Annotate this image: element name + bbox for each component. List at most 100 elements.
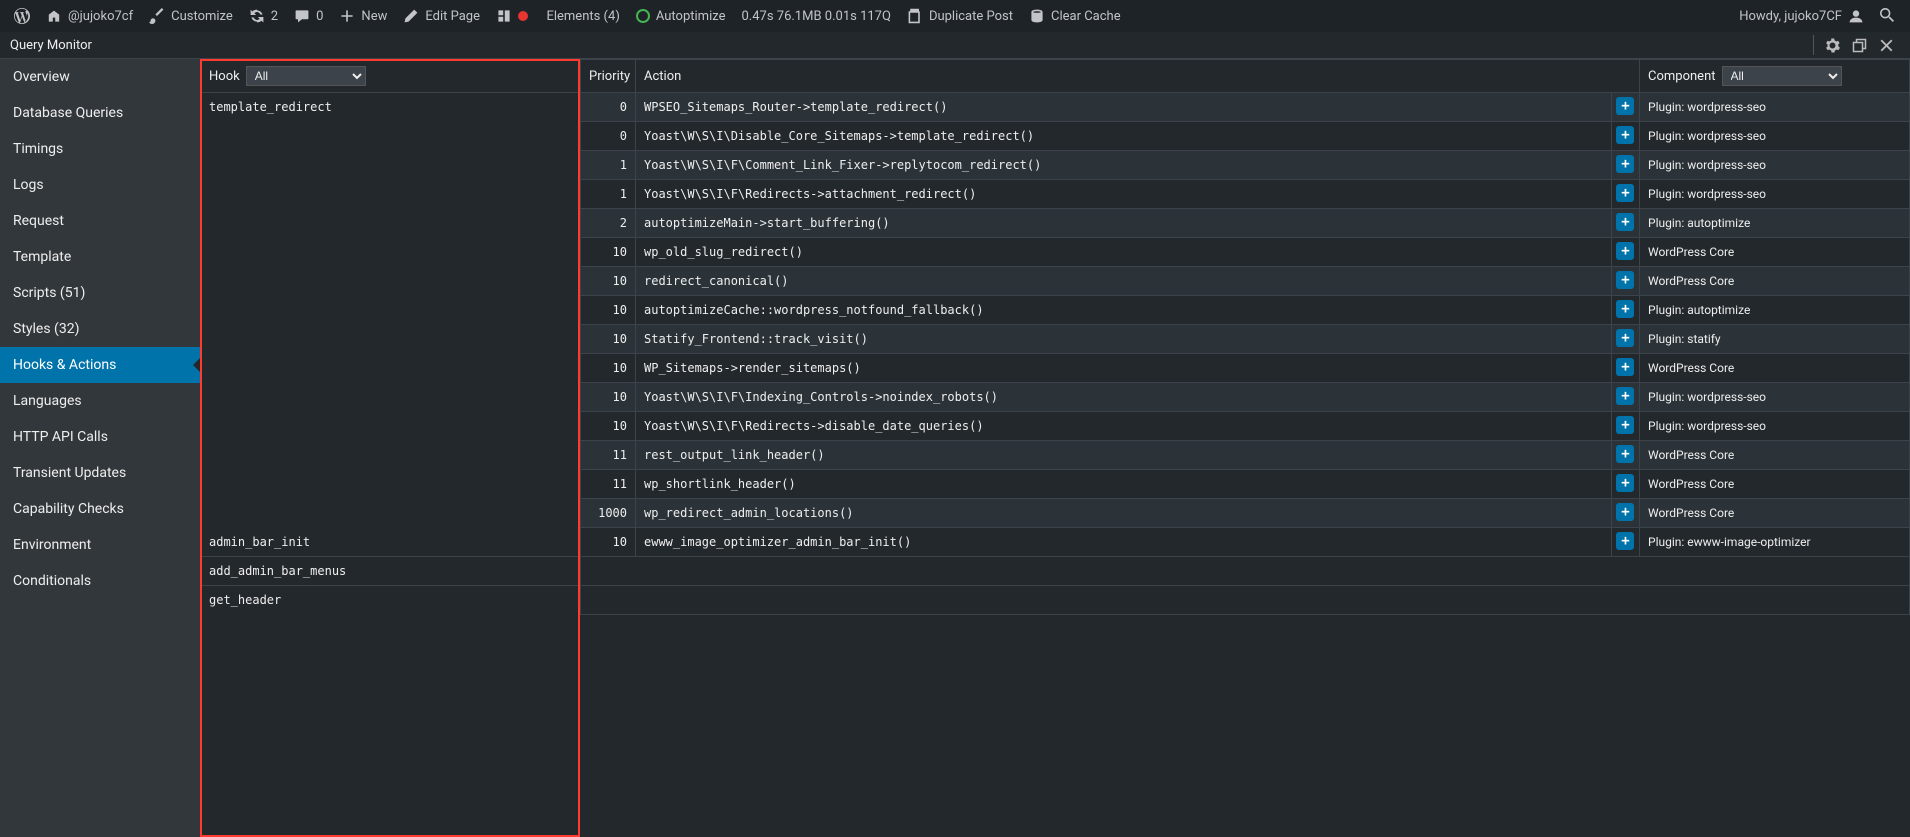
search-icon: [1880, 8, 1896, 24]
action-cell: ewww_image_optimizer_admin_bar_init(): [636, 528, 1612, 557]
site-name[interactable]: @jujoko7cf: [38, 0, 141, 32]
priority-cell: 1: [581, 180, 636, 209]
expand-cell: +: [1611, 267, 1639, 296]
component-cell: Plugin: wordpress-seo: [1640, 93, 1910, 122]
nav-item-transient-updates[interactable]: Transient Updates: [0, 455, 200, 491]
update-icon: [249, 8, 265, 24]
duplicate-post-link[interactable]: Duplicate Post: [899, 0, 1021, 32]
wp-logo[interactable]: [6, 0, 38, 32]
expand-cell: +: [1611, 93, 1639, 122]
col-priority: Priority: [581, 60, 636, 93]
qm-settings-button[interactable]: [1819, 32, 1846, 59]
edit-page-link[interactable]: Edit Page: [395, 0, 488, 32]
nav-item-overview[interactable]: Overview: [0, 59, 200, 95]
expand-button[interactable]: +: [1616, 503, 1634, 521]
component-cell: Plugin: statify: [1640, 325, 1910, 354]
nav-item-logs[interactable]: Logs: [0, 167, 200, 203]
qm-title-label: Query Monitor: [10, 38, 1808, 53]
user-howdy[interactable]: Howdy, jujoko7CF: [1731, 0, 1872, 32]
expand-button[interactable]: +: [1616, 358, 1634, 376]
comments-link[interactable]: 0: [286, 0, 331, 32]
nav-item-capability-checks[interactable]: Capability Checks: [0, 491, 200, 527]
action-cell: Yoast\W\S\I\F\Redirects->disable_date_qu…: [636, 412, 1612, 441]
expand-cell: +: [1611, 325, 1639, 354]
nav-item-hooks-actions[interactable]: Hooks & Actions: [0, 347, 200, 383]
green-ring-icon: [636, 9, 650, 23]
expand-cell: +: [1611, 412, 1639, 441]
component-cell: WordPress Core: [1640, 499, 1910, 528]
action-cell: Yoast\W\S\I\F\Comment_Link_Fixer->replyt…: [636, 151, 1612, 180]
elements-icon: [496, 8, 512, 24]
expand-button[interactable]: +: [1616, 416, 1634, 434]
action-cell: Yoast\W\S\I\Disable_Core_Sitemaps->templ…: [636, 122, 1612, 151]
priority-cell: 10: [581, 528, 636, 557]
elements-label: Elements (4): [546, 9, 619, 24]
wordpress-icon: [14, 8, 30, 24]
expand-button[interactable]: +: [1616, 242, 1634, 260]
priority-cell: 1000: [581, 499, 636, 528]
priority-cell: 11: [581, 470, 636, 499]
col-hook: Hook All: [201, 60, 581, 93]
qm-close-button[interactable]: [1873, 32, 1900, 59]
expand-button[interactable]: +: [1616, 213, 1634, 231]
clear-cache-label: Clear Cache: [1051, 9, 1121, 24]
expand-button[interactable]: +: [1616, 155, 1634, 173]
expand-button[interactable]: +: [1616, 300, 1634, 318]
expand-button[interactable]: +: [1616, 329, 1634, 347]
nav-item-template[interactable]: Template: [0, 239, 200, 275]
cache-icon: [1029, 8, 1045, 24]
query-monitor-stats[interactable]: 0.47s 76.1MB 0.01s 117Q: [733, 0, 898, 32]
nav-item-http-api-calls[interactable]: HTTP API Calls: [0, 419, 200, 455]
updates-link[interactable]: 2: [241, 0, 286, 32]
expand-button[interactable]: +: [1616, 97, 1634, 115]
priority-cell: 10: [581, 296, 636, 325]
expand-button[interactable]: +: [1616, 387, 1634, 405]
priority-cell: 10: [581, 383, 636, 412]
expand-button[interactable]: +: [1616, 184, 1634, 202]
clear-cache-link[interactable]: Clear Cache: [1021, 0, 1129, 32]
elements-indicator[interactable]: Elements (4): [488, 0, 628, 32]
updates-count: 2: [271, 9, 278, 24]
copy-icon: [907, 8, 923, 24]
nav-item-timings[interactable]: Timings: [0, 131, 200, 167]
col-hook-label: Hook: [209, 69, 240, 84]
comments-count: 0: [316, 9, 323, 24]
customize-link[interactable]: Customize: [141, 0, 241, 32]
priority-cell: 0: [581, 93, 636, 122]
expand-button[interactable]: +: [1616, 445, 1634, 463]
nav-item-languages[interactable]: Languages: [0, 383, 200, 419]
hook-filter-select[interactable]: All: [246, 66, 366, 86]
autoptimize-link[interactable]: Autoptimize: [628, 0, 734, 32]
nav-item-request[interactable]: Request: [0, 203, 200, 239]
expand-cell: +: [1611, 180, 1639, 209]
nav-item-conditionals[interactable]: Conditionals: [0, 563, 200, 599]
table-row: template_redirect0WPSEO_Sitemaps_Router-…: [201, 93, 1910, 122]
col-component: Component All: [1640, 60, 1910, 93]
expand-cell: +: [1611, 209, 1639, 238]
howdy-label: Howdy, jujoko7CF: [1739, 9, 1842, 24]
home-icon: [46, 8, 62, 24]
component-cell: WordPress Core: [1640, 470, 1910, 499]
action-cell: WP_Sitemaps->render_sitemaps(): [636, 354, 1612, 383]
expand-button[interactable]: +: [1616, 474, 1634, 492]
expand-button[interactable]: +: [1616, 126, 1634, 144]
component-filter-select[interactable]: All: [1722, 66, 1842, 86]
priority-cell: 10: [581, 238, 636, 267]
new-content-link[interactable]: New: [331, 0, 395, 32]
search-toggle[interactable]: [1872, 0, 1904, 32]
qm-popout-button[interactable]: [1846, 32, 1873, 59]
expand-cell: +: [1611, 238, 1639, 267]
expand-button[interactable]: +: [1616, 271, 1634, 289]
avatar-icon: [1848, 8, 1864, 24]
priority-cell: 10: [581, 412, 636, 441]
nav-item-database-queries[interactable]: Database Queries: [0, 95, 200, 131]
popout-icon: [1852, 38, 1867, 53]
nav-item-scripts-51-[interactable]: Scripts (51): [0, 275, 200, 311]
priority-cell: 2: [581, 209, 636, 238]
empty-cell: [581, 586, 1910, 615]
nav-item-environment[interactable]: Environment: [0, 527, 200, 563]
expand-button[interactable]: +: [1616, 532, 1634, 550]
edit-page-label: Edit Page: [425, 9, 480, 24]
nav-item-styles-32-[interactable]: Styles (32): [0, 311, 200, 347]
expand-cell: +: [1611, 151, 1639, 180]
